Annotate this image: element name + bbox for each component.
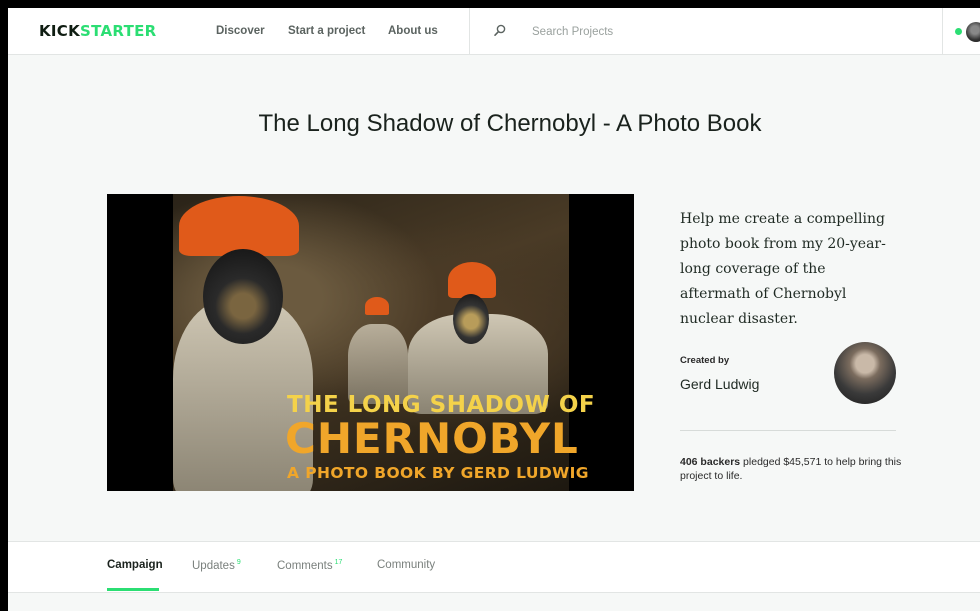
nav-discover-link[interactable]: Discover bbox=[216, 25, 265, 37]
nav-divider bbox=[469, 8, 470, 54]
online-status-dot bbox=[955, 28, 962, 35]
project-hero-image[interactable]: THE LONG SHADOW OF CHERNOBYL A PHOTO BOO… bbox=[107, 194, 634, 491]
user-avatar[interactable] bbox=[966, 22, 980, 42]
book-title-line-3: A PHOTO BOOK BY GERD LUDWIG bbox=[287, 464, 589, 482]
book-title-line-2: CHERNOBYL bbox=[285, 414, 579, 463]
updates-count-badge: 9 bbox=[236, 559, 241, 566]
sidebar-divider bbox=[680, 430, 896, 431]
top-nav: KICKSTARTER Discover Start a project Abo… bbox=[8, 8, 980, 55]
search-icon[interactable] bbox=[492, 23, 508, 39]
comments-count-badge: 17 bbox=[334, 559, 343, 566]
nav-about-link[interactable]: About us bbox=[388, 25, 438, 37]
tab-updates[interactable]: Updates 9 bbox=[192, 559, 241, 572]
project-title: The Long Shadow of Chernobyl - A Photo B… bbox=[258, 110, 762, 137]
creator-avatar[interactable] bbox=[834, 342, 896, 404]
tab-campaign[interactable]: Campaign bbox=[107, 559, 163, 571]
project-tabs: Campaign Updates 9 Comments 17 Community bbox=[8, 541, 980, 593]
nav-divider-right bbox=[942, 8, 943, 54]
backers-count: 406 backers bbox=[680, 456, 741, 468]
project-blurb: Help me create a compelling photo book f… bbox=[680, 211, 886, 327]
active-tab-indicator bbox=[107, 588, 159, 591]
created-by-label: Created by bbox=[680, 355, 730, 366]
kickstarter-logo[interactable]: KICKSTARTER bbox=[39, 22, 157, 40]
tab-comments[interactable]: Comments 17 bbox=[277, 559, 342, 572]
page-frame: KICKSTARTER Discover Start a project Abo… bbox=[8, 8, 980, 611]
creator-name-link[interactable]: Gerd Ludwig bbox=[680, 376, 759, 392]
backers-summary: 406 backers pledged $45,571 to help brin… bbox=[680, 455, 910, 483]
nav-start-project-link[interactable]: Start a project bbox=[288, 25, 365, 37]
tab-community[interactable]: Community bbox=[377, 559, 435, 571]
search-input[interactable] bbox=[530, 21, 834, 43]
